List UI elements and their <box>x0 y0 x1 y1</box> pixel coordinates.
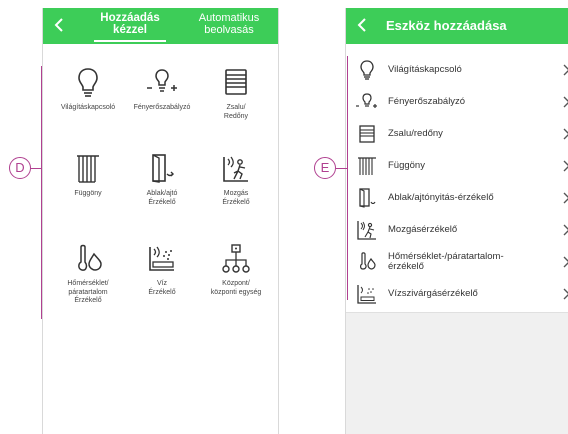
shutter-icon <box>225 69 247 95</box>
door-sensor-icon <box>359 188 376 208</box>
tile-motion-sensor[interactable]: Mozgás Érzékelő <box>197 152 275 207</box>
water-sensor-icon <box>149 246 174 271</box>
list-item-motion-sensor[interactable]: Mozgásérzékelő <box>346 214 568 246</box>
chevron-right-icon <box>563 128 568 140</box>
chevron-right-icon <box>563 256 568 268</box>
app-header: Eszköz hozzáadása <box>346 8 568 44</box>
chevron-right-icon <box>563 96 568 108</box>
callout-d: D <box>9 157 31 179</box>
tab-auto-scan-line2: beolvasás <box>204 24 254 36</box>
tab-manual-add[interactable]: Hozzáadás kézzel <box>93 12 167 42</box>
app-header: Hozzáadás kézzel Automatikus beolvasás <box>43 8 278 44</box>
callout-e: E <box>314 157 336 179</box>
tile-light-switch[interactable]: Világításkapcsoló <box>49 66 127 113</box>
temp-humidity-icon <box>78 244 102 271</box>
list-item-label: Vízszivárgásérzékelő <box>388 288 478 299</box>
motion-sensor-icon <box>223 156 248 182</box>
list-item-water-sensor[interactable]: Vízszivárgásérzékelő <box>346 278 568 310</box>
chevron-right-icon <box>563 64 568 76</box>
active-tab-indicator <box>94 40 166 42</box>
curtain-icon <box>77 155 99 183</box>
tile-label: Zsalu/ Redőny <box>223 104 249 120</box>
callout-e-leader <box>336 168 348 169</box>
manual-add-screen: Hozzáadás kézzel Automatikus beolvasás V… <box>42 8 279 434</box>
chevron-right-icon <box>563 160 568 172</box>
list-item-dimmer[interactable]: Fényerőszabályzó <box>346 86 568 118</box>
list-item-label: Világításkapcsoló <box>388 64 462 75</box>
list-item-temp-humidity[interactable]: Hőmérséklet-/páratartalom- érzékelő <box>346 246 568 278</box>
callout-d-leader <box>30 168 42 169</box>
tab-auto-scan[interactable]: Automatikus beolvasás <box>183 12 275 36</box>
hub-icon <box>222 244 250 273</box>
list-item-label: Fényerőszabályzó <box>388 96 466 107</box>
tile-temp-humidity[interactable]: Hőmérséklet/ páratartalom Érzékelő <box>49 242 127 306</box>
tile-shutter[interactable]: Zsalu/ Redőny <box>197 66 275 121</box>
device-type-list: Világításkapcsoló Fényerőszabályzó Zsalu… <box>346 54 568 312</box>
list-item-label: Hőmérséklet-/páratartalom- érzékelő <box>388 251 504 272</box>
tile-label: Központ/ központi egység <box>210 280 262 296</box>
list-item-label: Ablak/ajtónyitás-érzékelő <box>388 192 494 203</box>
tab-manual-add-line1: Hozzáadás <box>100 12 160 24</box>
curtain-icon <box>358 157 376 175</box>
tile-label: Víz Érzékelő <box>148 280 176 296</box>
bulb-icon <box>360 60 374 80</box>
dimmer-icon <box>356 93 377 108</box>
tile-label: Függöny <box>74 190 102 197</box>
add-device-screen: Eszköz hozzáadása Világításkapcsoló Fény… <box>345 8 568 434</box>
page-title: Eszköz hozzáadása <box>386 18 507 33</box>
back-button[interactable] <box>352 14 372 36</box>
tile-dimmer[interactable]: Fényerőszabályzó <box>123 66 201 113</box>
dimmer-icon <box>147 69 177 92</box>
tile-hub[interactable]: Központ/ központi egység <box>197 242 275 297</box>
tile-label: Fényerőszabályzó <box>133 104 191 111</box>
chevron-right-icon <box>563 224 568 236</box>
chevron-left-icon <box>357 18 366 32</box>
list-item-label: Zsalu/redőny <box>388 128 443 139</box>
list-item-label: Mozgásérzékelő <box>388 224 458 235</box>
list-item-curtain[interactable]: Függöny <box>346 150 568 182</box>
list-item-shutter[interactable]: Zsalu/redőny <box>346 118 568 150</box>
door-sensor-icon <box>152 154 174 183</box>
list-item-label: Függöny <box>388 160 425 171</box>
list-item-light-switch[interactable]: Világításkapcsoló <box>346 54 568 86</box>
tab-manual-add-line2: kézzel <box>113 24 147 36</box>
back-button[interactable] <box>49 14 69 36</box>
callout-d-bracket <box>41 66 42 319</box>
tile-label: Ablak/ajtó Érzékelő <box>146 190 178 206</box>
list-empty-area <box>346 312 568 434</box>
tile-label: Mozgás Érzékelő <box>222 190 250 206</box>
tile-label: Hőmérséklet/ páratartalom Érzékelő <box>67 280 109 304</box>
tile-label: Világításkapcsoló <box>60 104 116 111</box>
water-sensor-icon <box>357 285 376 304</box>
chevron-right-icon <box>563 288 568 300</box>
tile-water-sensor[interactable]: Víz Érzékelő <box>123 242 201 297</box>
shutter-icon <box>359 125 375 143</box>
tab-auto-scan-line1: Automatikus <box>198 12 260 24</box>
chevron-left-icon <box>54 18 63 32</box>
callout-e-bracket <box>347 56 348 300</box>
motion-sensor-icon <box>357 221 376 240</box>
tile-door-sensor[interactable]: Ablak/ajtó Érzékelő <box>123 152 201 207</box>
list-item-door-sensor[interactable]: Ablak/ajtónyitás-érzékelő <box>346 182 568 214</box>
temp-humidity-icon <box>360 252 376 270</box>
bulb-icon <box>78 68 98 97</box>
tile-curtain[interactable]: Függöny <box>49 152 127 199</box>
chevron-right-icon <box>563 192 568 204</box>
